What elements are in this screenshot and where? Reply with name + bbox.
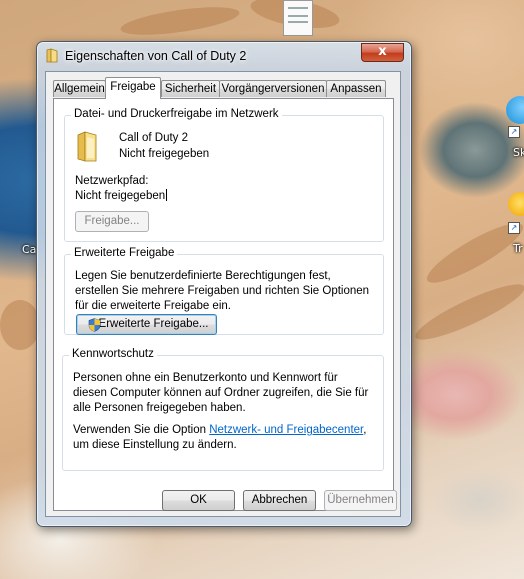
password-protection-option-text: Verwenden Sie die Option Netzwerk- und F…	[73, 423, 373, 453]
advanced-share-description: Legen Sie benutzerdefinierte Berechtigun…	[75, 270, 370, 312]
network-path-label: Netzwerkpfad:	[75, 175, 149, 187]
ok-button[interactable]: OK	[162, 490, 235, 511]
group-title: Erweiterte Freigabe	[71, 247, 178, 259]
fur-stripe	[119, 1, 241, 41]
text-cursor	[166, 189, 168, 201]
skype-desktop-icon[interactable]	[506, 96, 524, 124]
tab-vorgaengerversionen[interactable]: Vorgängerversionen	[219, 80, 327, 97]
tab-allgemein[interactable]: Allgemein	[53, 80, 106, 97]
close-button[interactable]: x	[361, 43, 404, 62]
tab-sicherheit[interactable]: Sicherheit	[161, 80, 220, 97]
desktop-file-icon[interactable]	[283, 0, 313, 36]
desktop-icon-label: Ca	[22, 243, 37, 256]
uac-shield-icon	[88, 318, 101, 332]
fur-stripe	[410, 275, 524, 349]
fur-stripe	[0, 300, 40, 350]
advanced-share-group: Erweiterte Freigabe Legen Sie benutzerde…	[64, 247, 384, 335]
title-bar[interactable]: Eigenschaften von Call of Duty 2 x	[37, 42, 411, 70]
advanced-share-button-label: Erweiterte Freigabe...	[98, 318, 209, 330]
network-path-value[interactable]: Nicht freigegeben	[75, 189, 168, 204]
shortcut-arrow-icon: ↗	[508, 126, 520, 138]
shortcut-arrow-icon: ↗	[508, 222, 520, 234]
group-title: Kennwortschutz	[69, 348, 157, 360]
advanced-share-button[interactable]: Erweiterte Freigabe...	[76, 314, 217, 335]
close-icon: x	[378, 44, 387, 59]
window-title: Eigenschaften von Call of Duty 2	[65, 49, 247, 63]
password-protection-groupbox: Kennwortschutz Personen ohne ein Benutze…	[62, 348, 384, 471]
desktop-icon-label: Tr	[513, 242, 523, 255]
share-button[interactable]: Freigabe...	[75, 211, 149, 232]
folder-icon	[46, 48, 58, 63]
group-title: Datei- und Druckerfreigabe im Netzwerk	[71, 108, 282, 120]
network-path-text: Nicht freigegeben	[75, 190, 166, 202]
smiley-desktop-icon[interactable]	[508, 192, 524, 216]
cancel-button[interactable]: Abbrechen	[243, 490, 316, 511]
apply-button[interactable]: Übernehmen	[324, 490, 397, 511]
option-prefix: Verwenden Sie die Option	[73, 424, 210, 436]
folder-share-status: Nicht freigegeben	[119, 148, 210, 160]
desktop-icon-label: Sk	[513, 146, 524, 159]
tab-freigabe[interactable]: Freigabe	[105, 77, 161, 99]
shared-folder-icon	[77, 131, 97, 162]
folder-name: Call of Duty 2	[119, 132, 189, 144]
network-share-group: Datei- und Druckerfreigabe im Netzwerk C…	[64, 108, 384, 242]
network-sharing-center-link[interactable]: Netzwerk- und Freigabecenter	[209, 424, 363, 436]
password-protection-description: Personen ohne ein Benutzerkonto und Kenn…	[73, 372, 369, 414]
tab-anpassen[interactable]: Anpassen	[326, 80, 386, 97]
